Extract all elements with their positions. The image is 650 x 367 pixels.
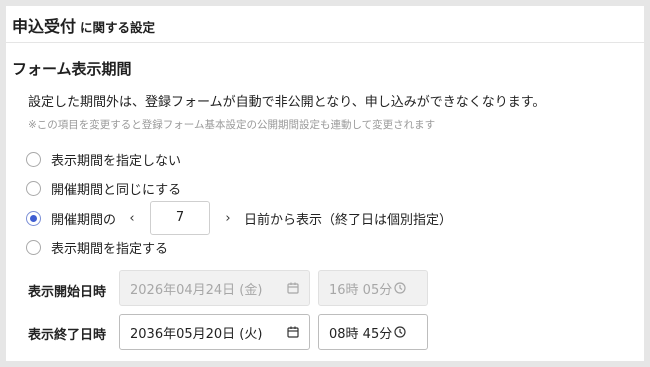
end-datetime-label: 表示終了日時: [28, 328, 107, 343]
option-same-as-event[interactable]: 開催期間と同じにする: [26, 178, 181, 198]
start-time-input: 16時 05分: [318, 270, 428, 306]
chevron-left-icon[interactable]: ‹: [122, 211, 142, 226]
start-date-value: 2026年04月24日 (金): [130, 282, 263, 298]
start-date-input: 2026年04月24日 (金): [119, 270, 310, 306]
end-date-input[interactable]: 2036年05月20日 (火): [119, 314, 310, 350]
option-same-as-event-label: 開催期間と同じにする: [51, 182, 182, 198]
relative-days-input[interactable]: 7: [150, 201, 211, 235]
option-relative-suffix: 日前から表示（終了日は個別指定）: [244, 212, 453, 228]
radio-relative[interactable]: [26, 210, 41, 226]
calendar-icon: [287, 282, 299, 294]
start-time-value: 16時 05分: [329, 282, 393, 298]
section-note: ※この項目を変更すると登録フォーム基本設定の公開期間設定も連動して変更されます: [28, 119, 436, 131]
section-description: 設定した期間外は、登録フォームが自動で非公開となり、申し込みができなくなります。: [28, 95, 546, 110]
option-no-period-label: 表示期間を指定しない: [51, 153, 182, 169]
section-title: フォーム表示期間: [12, 60, 132, 78]
end-time-input[interactable]: 08時 45分: [318, 314, 428, 350]
option-specify-period-label: 表示期間を指定する: [51, 241, 169, 257]
start-datetime-label: 表示開始日時: [28, 285, 107, 300]
clock-icon: [394, 282, 406, 294]
page-title: 申込受付 に関する設定: [12, 13, 155, 37]
chevron-right-icon[interactable]: ›: [218, 211, 238, 226]
calendar-icon[interactable]: [287, 326, 299, 338]
radio-specify-period[interactable]: [26, 239, 41, 255]
option-relative-prefix: 開催期間の: [51, 212, 117, 228]
page-title-sub: に関する設定: [80, 20, 156, 35]
settings-panel: 申込受付 に関する設定 フォーム表示期間 設定した期間外は、登録フォームが自動で非…: [6, 6, 644, 361]
option-no-period[interactable]: 表示期間を指定しない: [26, 149, 181, 169]
header-divider: [6, 42, 644, 43]
end-date-value: 2036年05月20日 (火): [130, 326, 263, 342]
clock-icon[interactable]: [394, 326, 406, 338]
option-relative[interactable]: 開催期間の ‹ 7 › 日前から表示（終了日は個別指定）: [26, 201, 453, 235]
option-specify-period[interactable]: 表示期間を指定する: [26, 237, 168, 257]
end-time-value: 08時 45分: [329, 326, 393, 342]
radio-same-as-event[interactable]: [26, 180, 41, 196]
page-title-main: 申込受付: [12, 17, 77, 36]
radio-no-period[interactable]: [26, 151, 41, 167]
